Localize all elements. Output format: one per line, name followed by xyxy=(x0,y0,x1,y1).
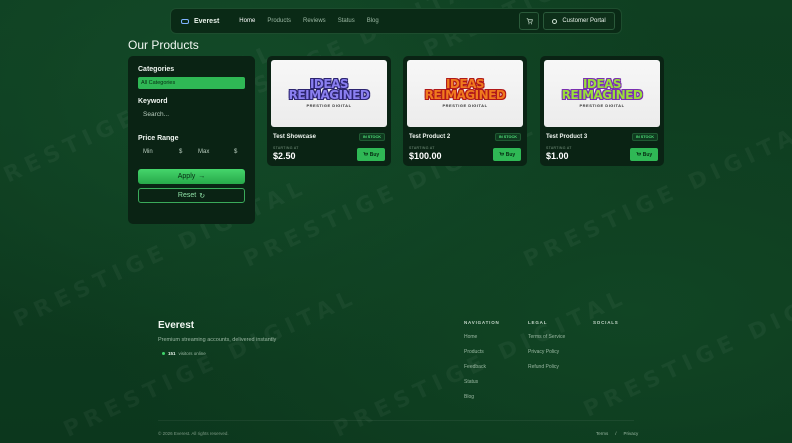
product-art-title: IDEAS REIMAGINED xyxy=(561,77,643,102)
footer-tagline: Premium streaming accounts, delivered in… xyxy=(158,337,277,343)
max-currency: $ xyxy=(234,149,238,155)
keyword-label: Keyword xyxy=(138,98,168,105)
stock-badge: IN STOCK xyxy=(494,133,521,141)
top-navbar: Everest Home Products Reviews Status Blo… xyxy=(170,8,622,34)
footer-link-home[interactable]: Home xyxy=(464,334,500,340)
brand-logo[interactable]: Everest xyxy=(181,18,219,25)
footer-bottom-terms[interactable]: Terms xyxy=(596,431,608,436)
nav-link-blog[interactable]: Blog xyxy=(367,18,379,24)
footer-legal: LEGAL Terms of Service Privacy Policy Re… xyxy=(528,320,565,379)
nav-link-home[interactable]: Home xyxy=(239,18,255,24)
product-card[interactable]: IDEAS REIMAGINED PRESTIGE DIGITAL Test Pr… xyxy=(540,56,664,166)
product-price: $1.00 xyxy=(546,151,569,161)
footer-link-products[interactable]: Products xyxy=(464,349,500,355)
product-image: IDEAS REIMAGINED PRESTIGE DIGITAL xyxy=(407,60,523,127)
product-art-title: IDEAS REIMAGINED xyxy=(424,77,506,102)
filter-panel: Categories All Categories Keyword Search… xyxy=(128,56,255,224)
product-art-subtitle: PRESTIGE DIGITAL xyxy=(306,103,352,108)
product-art-subtitle: PRESTIGE DIGITAL xyxy=(442,103,488,108)
refresh-icon: ↻ xyxy=(199,192,206,200)
footer-link-status[interactable]: Status xyxy=(464,379,500,385)
footer-navigation: NAVIGATION Home Products Feedback Status… xyxy=(464,320,500,409)
page-title: Our Products xyxy=(128,38,199,52)
footer-socials-header: SOCIALS xyxy=(593,320,619,325)
buy-button[interactable]: Buy xyxy=(630,148,658,161)
online-label: visitors online xyxy=(178,351,206,356)
categories-label: Categories xyxy=(138,66,175,73)
product-image: IDEAS REIMAGINED PRESTIGE DIGITAL xyxy=(271,60,387,127)
footer-bottom-links: Terms / Privacy xyxy=(596,431,638,436)
cart-button[interactable] xyxy=(519,12,539,30)
logo-icon xyxy=(181,18,189,24)
product-art-title: IDEAS REIMAGINED xyxy=(288,77,370,102)
buy-button[interactable]: Buy xyxy=(493,148,521,161)
footer-bottom-separator: / xyxy=(615,431,617,436)
footer-link-blog[interactable]: Blog xyxy=(464,394,500,400)
apply-label: Apply xyxy=(177,173,196,180)
stock-badge: IN STOCK xyxy=(631,133,658,141)
cart-icon xyxy=(363,152,368,156)
brand-name: Everest xyxy=(194,17,220,25)
price-range-label: Price Range xyxy=(138,135,179,142)
cart-icon xyxy=(499,152,504,156)
nav-actions: Customer Portal xyxy=(519,12,615,30)
nav-link-status[interactable]: Status xyxy=(338,18,355,24)
product-price: $100.00 xyxy=(409,151,442,161)
online-dot-icon xyxy=(162,352,165,355)
nav-link-products[interactable]: Products xyxy=(267,18,291,24)
starting-at-label: STARTING AT xyxy=(273,146,299,150)
product-art-subtitle: PRESTIGE DIGITAL xyxy=(579,103,625,108)
footer-bottom-privacy[interactable]: Privacy xyxy=(624,431,639,436)
cart-icon xyxy=(526,17,533,24)
starting-at-label: STARTING AT xyxy=(546,146,572,150)
buy-button[interactable]: Buy xyxy=(357,148,385,161)
max-price-input[interactable]: Max xyxy=(198,149,234,155)
price-range-inputs: Min $ Max $ xyxy=(138,149,245,155)
footer-legal-header: LEGAL xyxy=(528,320,548,325)
min-currency: $ xyxy=(179,149,183,155)
product-name: Test Showcase xyxy=(273,134,316,140)
starting-at-label: STARTING AT xyxy=(409,146,435,150)
customer-portal-label: Customer Portal xyxy=(562,18,606,24)
footer-link-privacy-policy[interactable]: Privacy Policy xyxy=(528,349,565,355)
keyword-input[interactable]: Search... xyxy=(138,111,245,121)
nav-link-reviews[interactable]: Reviews xyxy=(303,18,326,24)
footer-brand: Everest xyxy=(158,320,195,331)
online-count: 151 xyxy=(168,351,176,356)
arrow-right-icon: → xyxy=(198,173,206,180)
customer-portal-button[interactable]: Customer Portal xyxy=(543,12,615,30)
cart-icon xyxy=(636,152,641,156)
user-icon xyxy=(552,18,558,24)
product-name: Test Product 2 xyxy=(409,134,451,140)
category-select[interactable]: All Categories xyxy=(138,77,245,89)
product-card[interactable]: IDEAS REIMAGINED PRESTIGE DIGITAL Test Pr… xyxy=(403,56,527,166)
footer-link-refund-policy[interactable]: Refund Policy xyxy=(528,364,565,370)
footer-nav-header: NAVIGATION xyxy=(464,320,500,325)
reset-label: Reset xyxy=(177,192,197,199)
footer-socials: SOCIALS xyxy=(593,320,619,334)
reset-button[interactable]: Reset ↻ xyxy=(138,188,245,203)
footer-divider xyxy=(158,420,634,421)
nav-links: Home Products Reviews Status Blog xyxy=(239,18,378,24)
copyright: © 2026 Everest. All rights reserved. xyxy=(158,431,229,436)
footer-link-feedback[interactable]: Feedback xyxy=(464,364,500,370)
product-card[interactable]: IDEAS REIMAGINED PRESTIGE DIGITAL Test Sh… xyxy=(267,56,391,166)
product-price: $2.50 xyxy=(273,151,296,161)
stock-badge: IN STOCK xyxy=(358,133,385,141)
product-name: Test Product 3 xyxy=(546,134,588,140)
min-price-input[interactable]: Min xyxy=(143,149,179,155)
online-indicator: 151 visitors online xyxy=(162,351,206,356)
footer-link-terms-of-service[interactable]: Terms of Service xyxy=(528,334,565,340)
apply-button[interactable]: Apply → xyxy=(138,169,245,184)
background: PRESTIGE DIGITAL PRESTIGE DIGITAL PRESTI… xyxy=(0,0,792,443)
product-image: IDEAS REIMAGINED PRESTIGE DIGITAL xyxy=(544,60,660,127)
watermark: PRESTIGE DIGITAL xyxy=(60,284,361,442)
